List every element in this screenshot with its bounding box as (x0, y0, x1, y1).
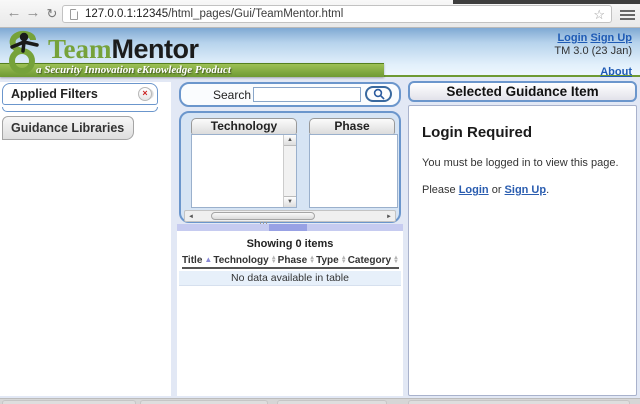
column-label: Technology (213, 255, 268, 266)
column-header-type[interactable]: Type ▲▼ (316, 255, 347, 266)
table-header-row: Title ▲ Technology ▲▼ Phase ▲▼ Type ▲▼ C… (182, 253, 399, 269)
scroll-up-icon[interactable]: ▲ (284, 135, 296, 146)
browser-toolbar: ← → ↻ 127.0.0.1:12345/html_pages/Gui/Tea… (0, 0, 640, 28)
search-icon (373, 88, 385, 100)
logo-team-text: Team (48, 34, 112, 64)
page-icon (70, 9, 78, 20)
login-prompt: Please Login or Sign Up. (422, 184, 623, 196)
applied-filters-body (2, 107, 158, 112)
close-icon: × (139, 88, 151, 99)
filters-horizontal-scrollbar[interactable]: ◄ ► (184, 210, 396, 222)
logo-mentor-text: Mentor (112, 34, 199, 64)
tagline-text: a Security Innovation eKnowledge Product (36, 64, 231, 76)
bookmark-star-icon[interactable]: ☆ (593, 7, 605, 23)
phase-listbox[interactable] (309, 134, 398, 208)
url-host: 127.0.0.1:12345 (85, 8, 168, 20)
sort-asc-icon: ▲ (204, 256, 212, 264)
tagline-ribbon: a Security Innovation eKnowledge Product (0, 63, 384, 77)
site-header: TeamMentor a Security Innovation eKnowle… (0, 28, 640, 77)
back-icon[interactable]: ← (6, 4, 22, 21)
scrollbar-thumb[interactable] (211, 212, 315, 220)
menu-icon[interactable] (620, 10, 635, 22)
header-links: Login Sign Up TM 3.0 (23 Jan) About (554, 32, 632, 78)
taskbar-edge (0, 398, 640, 404)
screen: ← → ↻ 127.0.0.1:12345/html_pages/Gui/Tea… (0, 0, 640, 404)
sort-both-icon: ▲▼ (393, 256, 399, 264)
login-required-heading: Login Required (422, 124, 623, 141)
login-link[interactable]: Login (557, 32, 587, 44)
search-panel: Search (179, 82, 401, 107)
login-message: You must be logged in to view this page. (422, 157, 623, 169)
clear-filters-button[interactable]: × (138, 87, 152, 101)
signup-link[interactable]: Sign Up (590, 32, 632, 44)
tab-strip (453, 0, 640, 4)
about-link[interactable]: About (600, 66, 632, 78)
url-path: /html_pages/Gui/TeamMentor.html (168, 8, 343, 20)
forward-icon[interactable]: → (25, 4, 41, 21)
column-header-technology[interactable]: Technology ▲▼ (213, 255, 276, 266)
scroll-left-icon[interactable]: ◄ (186, 213, 196, 221)
phase-list-header[interactable]: Phase (309, 118, 395, 134)
filter-lists-panel: Technology ▲ ▼ Phase ◄ ► (179, 111, 401, 223)
sort-both-icon: ▲▼ (341, 256, 347, 264)
results-table: Showing 0 items Title ▲ Technology ▲▼ Ph… (177, 231, 403, 396)
sort-both-icon: ▲▼ (309, 256, 315, 264)
sort-both-icon: ▲▼ (271, 256, 277, 264)
logo-icon (6, 30, 44, 74)
search-input[interactable] (253, 87, 361, 102)
scroll-right-icon[interactable]: ► (384, 213, 394, 221)
selected-guidance-header: Selected Guidance Item (408, 81, 637, 102)
reload-icon[interactable]: ↻ (44, 6, 60, 22)
search-label: Search (213, 88, 251, 102)
version-label: TM 3.0 (23 Jan) (554, 45, 632, 57)
guidance-libraries-label: Guidance Libraries (11, 121, 124, 135)
technology-listbox[interactable]: ▲ ▼ (191, 134, 297, 208)
column-label: Category (348, 255, 391, 266)
results-scrollbar-thumb[interactable] (269, 224, 307, 231)
applied-filters-panel: Applied Filters × (2, 83, 158, 105)
logo-wordmark: TeamMentor (48, 34, 199, 65)
url-text: 127.0.0.1:12345/html_pages/Gui/TeamMento… (85, 8, 343, 20)
technology-list-header[interactable]: Technology (191, 118, 297, 134)
empty-table-message: No data available in table (179, 271, 401, 286)
technology-scrollbar[interactable]: ▲ ▼ (283, 135, 296, 207)
selected-guidance-title: Selected Guidance Item (446, 84, 598, 99)
column-header-title[interactable]: Title ▲ (182, 255, 212, 266)
column-label: Phase (278, 255, 307, 266)
column-header-phase[interactable]: Phase ▲▼ (278, 255, 315, 266)
results-scrollbar[interactable] (177, 224, 403, 231)
search-button[interactable] (365, 86, 392, 102)
login-link-content[interactable]: Login (459, 184, 489, 196)
column-header-category[interactable]: Category ▲▼ (348, 255, 399, 266)
guidance-content-panel: Login Required You must be logged in to … (408, 105, 637, 396)
guidance-libraries-header[interactable]: Guidance Libraries (2, 116, 134, 140)
column-label: Title (182, 255, 202, 266)
signup-link-content[interactable]: Sign Up (505, 184, 547, 196)
address-bar[interactable]: 127.0.0.1:12345/html_pages/Gui/TeamMento… (62, 5, 612, 23)
results-count: Showing 0 items (177, 238, 403, 250)
scroll-down-icon[interactable]: ▼ (284, 196, 296, 207)
applied-filters-title: Applied Filters (11, 87, 98, 101)
column-label: Type (316, 255, 339, 266)
